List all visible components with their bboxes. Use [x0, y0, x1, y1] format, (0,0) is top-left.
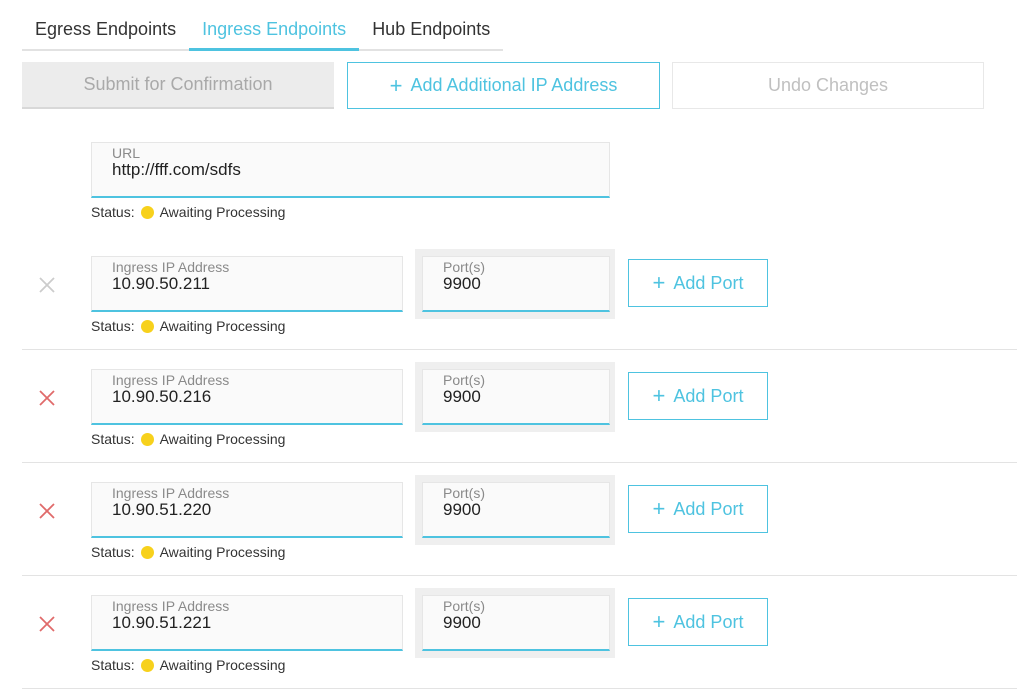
- tab-ingress-endpoints[interactable]: Ingress Endpoints: [189, 14, 360, 51]
- add-port-button[interactable]: + Add Port: [628, 598, 768, 646]
- port-value: 9900: [443, 274, 481, 293]
- port-field[interactable]: Port(s) 9900: [422, 595, 610, 651]
- add-port-label: Add Port: [673, 385, 744, 406]
- port-field[interactable]: Port(s) 9900: [422, 482, 610, 538]
- tab-hub-endpoints[interactable]: Hub Endpoints: [359, 14, 503, 49]
- status-value: Awaiting Processing: [159, 318, 286, 334]
- status-value: Awaiting Processing: [159, 544, 286, 560]
- port-field[interactable]: Port(s) 9900: [422, 369, 610, 425]
- ingress-entry-row: Ingress IP Address 10.90.50.211 Port(s) …: [22, 236, 1017, 350]
- ingress-ip-field[interactable]: Ingress IP Address 10.90.51.220: [91, 482, 403, 538]
- add-ip-label: Add Additional IP Address: [410, 75, 618, 95]
- add-additional-ip-button[interactable]: + Add Additional IP Address: [347, 62, 660, 109]
- add-port-label: Add Port: [673, 498, 744, 519]
- entry-status: Status: Awaiting Processing: [91, 431, 285, 447]
- ingress-ip-label: Ingress IP Address: [112, 372, 230, 388]
- tab-egress-endpoints[interactable]: Egress Endpoints: [22, 14, 189, 49]
- port-label: Port(s): [443, 372, 485, 388]
- port-value: 9900: [443, 613, 481, 632]
- port-value: 9900: [443, 500, 481, 519]
- entry-status: Status: Awaiting Processing: [91, 544, 285, 560]
- undo-changes-button[interactable]: Undo Changes: [672, 62, 984, 109]
- ingress-ip-label: Ingress IP Address: [112, 598, 230, 614]
- ingress-entry-row: Ingress IP Address 10.90.50.216 Port(s) …: [22, 349, 1017, 463]
- url-field[interactable]: URL http://fff.com/sdfs: [91, 142, 610, 198]
- status-key: Status:: [91, 657, 135, 673]
- status-dot-icon: [140, 319, 154, 333]
- plus-icon: +: [652, 383, 666, 408]
- status-dot-icon: [140, 205, 154, 219]
- submit-label: Submit for Confirmation: [83, 74, 273, 94]
- ingress-ip-value: 10.90.51.220: [112, 500, 212, 519]
- url-status: Status: Awaiting Processing: [91, 204, 285, 220]
- url-label: URL: [112, 145, 141, 161]
- ingress-entry-row: Ingress IP Address 10.90.51.220 Port(s) …: [22, 462, 1017, 576]
- status-key: Status:: [91, 431, 135, 447]
- port-label: Port(s): [443, 259, 485, 275]
- ingress-ip-field[interactable]: Ingress IP Address 10.90.51.221: [91, 595, 403, 651]
- undo-label: Undo Changes: [767, 75, 889, 95]
- entry-status: Status: Awaiting Processing: [91, 318, 285, 334]
- add-port-label: Add Port: [673, 611, 744, 632]
- status-value: Awaiting Processing: [159, 657, 286, 673]
- status-value: Awaiting Processing: [159, 431, 286, 447]
- add-port-button[interactable]: + Add Port: [628, 485, 768, 533]
- endpoint-tabs: Egress Endpoints Ingress Endpoints Hub E…: [22, 14, 504, 51]
- port-label: Port(s): [443, 485, 485, 501]
- remove-entry-icon[interactable]: [37, 275, 57, 295]
- entry-status: Status: Awaiting Processing: [91, 657, 285, 673]
- ingress-ip-label: Ingress IP Address: [112, 485, 230, 501]
- submit-for-confirmation-button[interactable]: Submit for Confirmation: [22, 62, 334, 109]
- ingress-entry-row: Ingress IP Address 10.90.51.221 Port(s) …: [22, 575, 1017, 689]
- port-field[interactable]: Port(s) 9900: [422, 256, 610, 312]
- ingress-ip-field[interactable]: Ingress IP Address 10.90.50.216: [91, 369, 403, 425]
- ingress-ip-value: 10.90.51.221: [112, 613, 212, 632]
- ingress-ip-label: Ingress IP Address: [112, 259, 230, 275]
- status-value: Awaiting Processing: [159, 204, 286, 220]
- ingress-ip-value: 10.90.50.211: [112, 274, 210, 293]
- status-dot-icon: [140, 545, 154, 559]
- remove-entry-icon[interactable]: [37, 614, 57, 634]
- url-value: http://fff.com/sdfs: [112, 160, 241, 179]
- status-dot-icon: [140, 432, 154, 446]
- add-port-label: Add Port: [673, 272, 744, 293]
- remove-entry-icon[interactable]: [37, 501, 57, 521]
- port-value: 9900: [443, 387, 481, 406]
- add-port-button[interactable]: + Add Port: [628, 372, 768, 420]
- status-dot-icon: [140, 658, 154, 672]
- status-key: Status:: [91, 544, 135, 560]
- plus-icon: +: [652, 270, 666, 295]
- plus-icon: +: [652, 496, 666, 521]
- add-port-button[interactable]: + Add Port: [628, 259, 768, 307]
- status-key: Status:: [91, 318, 135, 334]
- ingress-ip-field[interactable]: Ingress IP Address 10.90.50.211: [91, 256, 403, 312]
- port-label: Port(s): [443, 598, 485, 614]
- ingress-ip-value: 10.90.50.216: [112, 387, 212, 406]
- plus-icon: +: [389, 72, 403, 98]
- remove-entry-icon[interactable]: [37, 388, 57, 408]
- plus-icon: +: [652, 609, 666, 634]
- status-key: Status:: [91, 204, 135, 220]
